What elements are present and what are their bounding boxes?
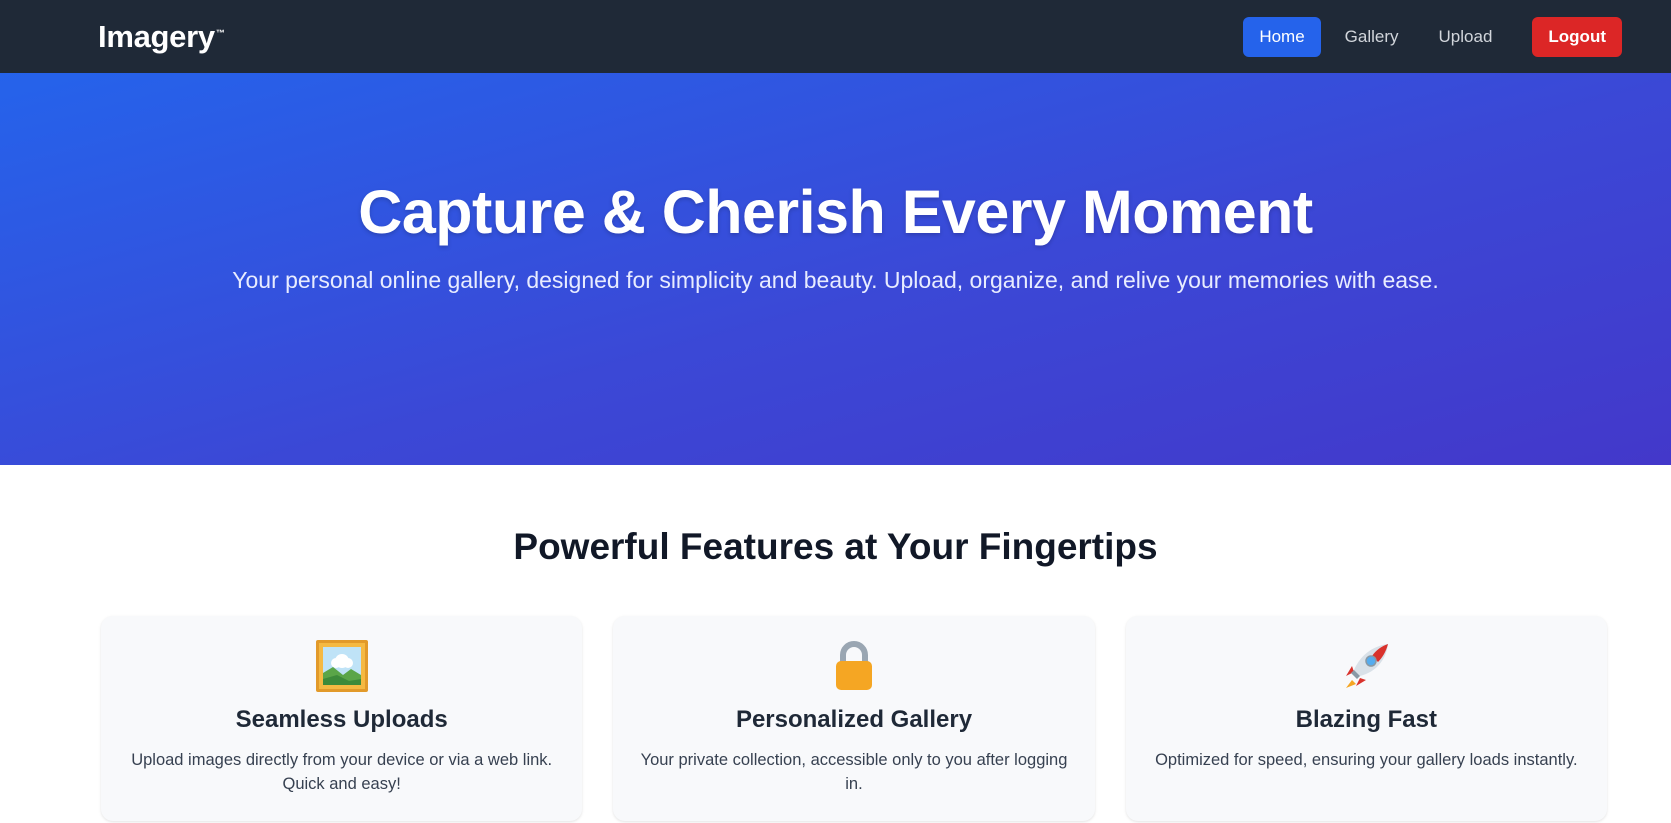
feature-card-title: Seamless Uploads [235,706,448,733]
feature-card-title: Personalized Gallery [735,706,973,733]
hero-section: Capture & Cherish Every Moment Your pers… [0,73,1671,465]
feature-card-title: Blazing Fast [1295,706,1437,733]
feature-card-description: Your private collection, accessible only… [640,751,1068,793]
hero-title: Capture & Cherish Every Moment [358,178,1313,246]
logout-button[interactable]: Logout [1532,16,1622,57]
framed-picture-icon [101,638,582,694]
feature-card-speed: Blazing Fast Optimized for speed, ensuri… [1125,616,1607,821]
nav-links: Home Gallery Upload Logout [1243,16,1622,57]
feature-card-description: Upload images directly from your device … [131,751,553,793]
feature-cards: Seamless Uploads Upload images directly … [101,616,1607,821]
features-title: Powerful Features at Your Fingertips [513,526,1158,567]
navbar: Imagery ™ Home Gallery Upload Logout [0,0,1671,73]
trademark-mark: ™ [215,27,225,38]
nav-link-upload[interactable]: Upload [1423,17,1509,57]
feature-card-description: Optimized for speed, ensuring your galle… [1155,751,1578,769]
feature-card-uploads: Seamless Uploads Upload images directly … [101,616,583,821]
rocket-icon [1126,638,1607,694]
nav-link-gallery[interactable]: Gallery [1329,17,1415,57]
nav-link-home[interactable]: Home [1243,16,1321,57]
brand-name[interactable]: Imagery [98,19,215,55]
feature-card-gallery: Personalized Gallery Your private collec… [613,616,1095,821]
brand-logo[interactable]: Imagery ™ [98,19,225,55]
hero-subtitle: Your personal online gallery, designed f… [232,267,1439,293]
lock-icon [613,638,1094,694]
